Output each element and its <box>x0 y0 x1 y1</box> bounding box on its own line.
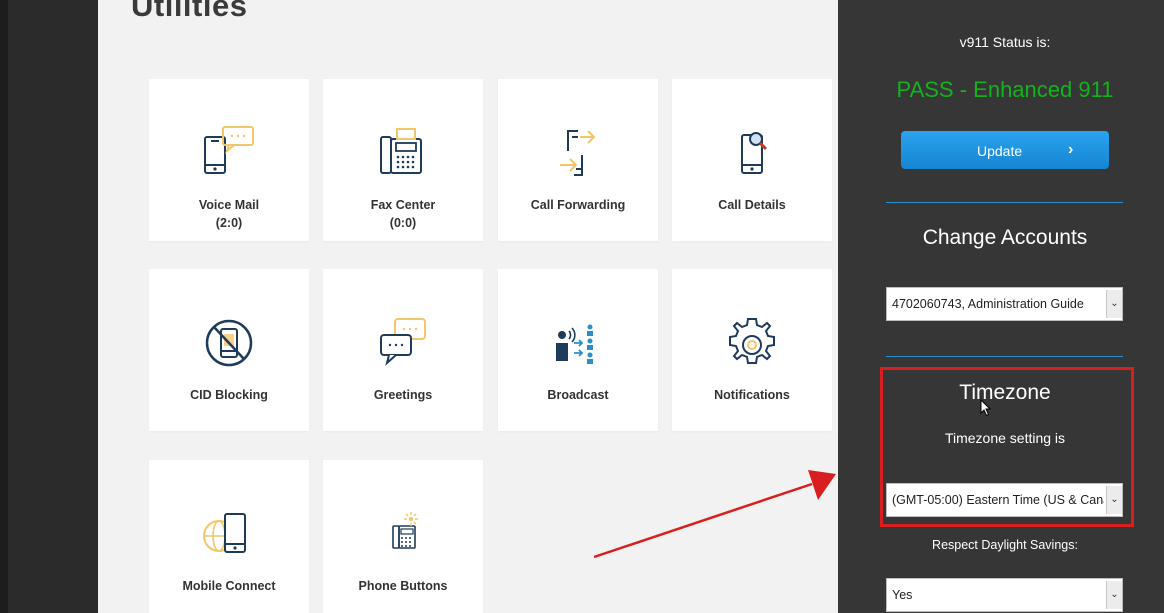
update-button[interactable]: Update › <box>901 131 1109 169</box>
timezone-subtitle: Timezone setting is <box>944 430 1066 446</box>
gear-icon <box>729 318 775 364</box>
tile-label: Notifications <box>714 388 790 402</box>
tile-phone-buttons[interactable]: Phone Buttons <box>323 460 483 613</box>
tile-notifications[interactable]: Notifications <box>672 269 832 431</box>
section-divider <box>886 202 1123 203</box>
mobile-connect-icon <box>203 513 246 553</box>
account-select[interactable]: 4702060743, Administration Guide ⌄ <box>886 287 1123 321</box>
voicemail-icon <box>204 126 254 174</box>
tile-count: (2:0) <box>215 216 243 230</box>
tile-label: Broadcast <box>547 388 609 402</box>
tile-mobile-connect[interactable]: Mobile Connect <box>149 460 309 613</box>
tile-label: Mobile Connect <box>182 579 276 593</box>
tile-greetings[interactable]: Greetings <box>323 269 483 431</box>
v911-status-label: v911 Status is: <box>959 34 1051 50</box>
phone-buttons-icon <box>392 512 418 549</box>
v911-status-value: PASS - Enhanced 911 <box>896 77 1114 102</box>
chevron-down-icon: ⌄ <box>1106 290 1122 318</box>
page-title: Utilities <box>131 0 248 23</box>
call-details-icon <box>741 132 768 174</box>
tile-label: Voice Mail <box>198 198 260 212</box>
tile-count: (0:0) <box>389 216 417 230</box>
timezone-title: Timezone <box>959 381 1051 404</box>
chevron-down-icon: ⌄ <box>1106 581 1122 609</box>
chevron-down-icon: ⌄ <box>1106 486 1122 514</box>
chevron-right-icon: › <box>1068 141 1074 158</box>
tile-fax-center[interactable]: Fax Center (0:0) <box>323 79 483 241</box>
daylight-savings-label: Respect Daylight Savings: <box>932 538 1078 552</box>
account-sidebar: v911 Status is: PASS - Enhanced 911 Upda… <box>838 0 1164 613</box>
update-button-label: Update <box>977 143 1023 159</box>
change-accounts-title: Change Accounts <box>922 226 1088 249</box>
timezone-select-value: (GMT-05:00) Eastern Time (US & Canada) <box>892 493 1104 507</box>
tile-label: Call Details <box>718 198 786 212</box>
utilities-panel: Utilities Voice Mail (2:0) Fax Center (0… <box>98 0 838 613</box>
tile-label: CID Blocking <box>190 388 268 402</box>
tile-label: Greetings <box>373 388 433 402</box>
fax-icon <box>380 128 422 174</box>
greetings-icon <box>380 318 426 366</box>
tile-broadcast[interactable]: Broadcast <box>498 269 658 431</box>
page-gutter <box>8 0 98 613</box>
window-frame <box>0 0 8 613</box>
tile-voice-mail[interactable]: Voice Mail (2:0) <box>149 79 309 241</box>
cid-blocking-icon <box>205 319 253 367</box>
call-forwarding-icon <box>560 130 596 176</box>
tile-call-details[interactable]: Call Details <box>672 79 832 241</box>
tile-label: Call Forwarding <box>530 198 626 212</box>
account-select-value: 4702060743, Administration Guide <box>892 297 1084 311</box>
broadcast-icon <box>556 324 593 364</box>
daylight-savings-value: Yes <box>892 588 913 602</box>
tile-label: Fax Center <box>370 198 436 212</box>
timezone-select[interactable]: (GMT-05:00) Eastern Time (US & Canada) ⌄ <box>886 483 1123 517</box>
tile-call-forwarding[interactable]: Call Forwarding <box>498 79 658 241</box>
tile-cid-blocking[interactable]: CID Blocking <box>149 269 309 431</box>
daylight-savings-select[interactable]: Yes ⌄ <box>886 578 1123 612</box>
section-divider <box>886 356 1123 357</box>
tile-label: Phone Buttons <box>358 579 448 593</box>
